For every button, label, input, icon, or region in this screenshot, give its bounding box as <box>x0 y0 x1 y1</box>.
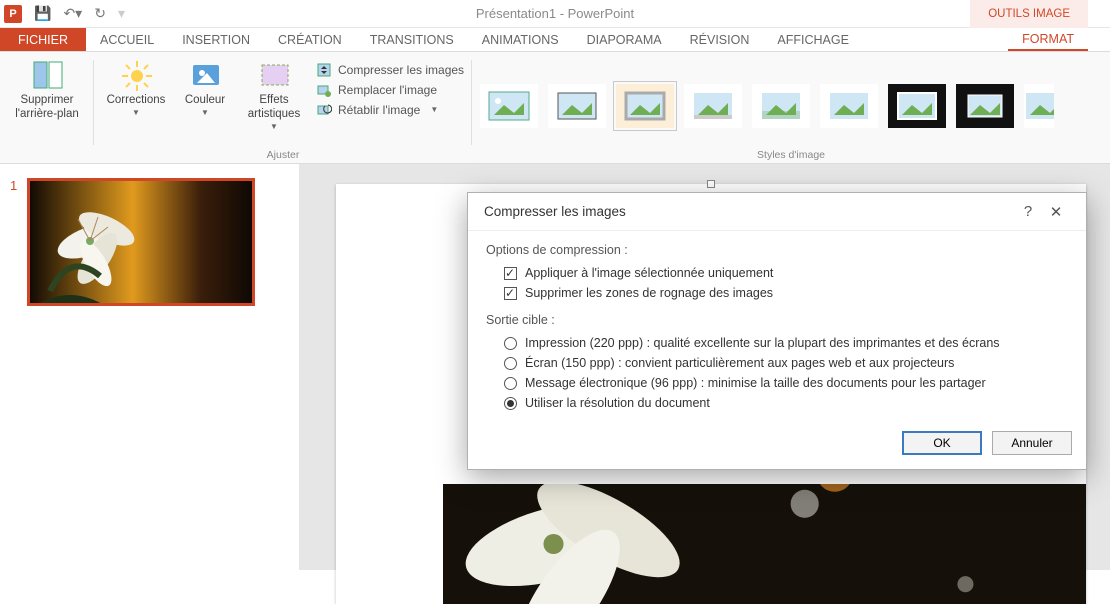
quick-access-toolbar: P 💾 ↶▾ ↻ ▾ <box>0 5 125 23</box>
tab-design[interactable]: CRÉATION <box>264 28 356 51</box>
option-delete-cropped[interactable]: Supprimer les zones de rognage des image… <box>486 283 1068 303</box>
slide-thumbnails-pane: 1 <box>0 164 300 570</box>
title-bar: P 💾 ↶▾ ↻ ▾ Présentation1 - PowerPoint OU… <box>0 0 1110 28</box>
slide-number: 1 <box>10 178 17 306</box>
group-remove-bg: Supprimer l'arrière-plan <box>0 52 94 163</box>
tab-slideshow[interactable]: DIAPORAMA <box>573 28 676 51</box>
ribbon: Supprimer l'arrière-plan Corrections ▼ C… <box>0 52 1110 164</box>
compress-images-dialog: Compresser les images ? ✕ Options de com… <box>467 192 1087 470</box>
radio-icon <box>504 377 517 390</box>
style-item-7[interactable] <box>888 84 946 128</box>
section-compression-options: Options de compression : <box>486 243 1068 257</box>
dropdown-icon: ▼ <box>430 105 438 114</box>
style-item-3[interactable] <box>616 84 674 128</box>
tab-home[interactable]: ACCUEIL <box>86 28 168 51</box>
dropdown-icon: ▼ <box>132 108 140 118</box>
corrections-button[interactable]: Corrections ▼ <box>102 56 170 117</box>
group-label-styles: Styles d'image <box>480 149 1102 161</box>
style-item-5[interactable] <box>752 84 810 128</box>
checkbox-icon <box>504 287 517 300</box>
radio-icon <box>504 357 517 370</box>
redo-icon[interactable]: ↻ <box>94 5 106 22</box>
window-title: Présentation1 - PowerPoint <box>0 6 1110 21</box>
group-label-adjust: Ajuster <box>267 149 300 161</box>
radio-print-label: Impression (220 ppp) : qualité excellent… <box>525 336 1000 350</box>
option-apply-label: Appliquer à l'image sélectionnée uniquem… <box>525 266 773 280</box>
picture-color-icon <box>189 60 221 92</box>
help-button[interactable]: ? <box>1014 203 1042 220</box>
radio-screen[interactable]: Écran (150 ppp) : convient particulièrem… <box>486 353 1068 373</box>
color-label: Couleur <box>185 94 225 108</box>
sun-icon <box>120 60 152 92</box>
artistic-icon <box>258 60 290 92</box>
remove-background-button[interactable]: Supprimer l'arrière-plan <box>8 56 86 122</box>
radio-print[interactable]: Impression (220 ppp) : qualité excellent… <box>486 333 1068 353</box>
dropdown-icon: ▼ <box>270 122 278 132</box>
radio-email[interactable]: Message électronique (96 ppp) : minimise… <box>486 373 1068 393</box>
artistic-effects-button[interactable]: Effets artistiques ▼ <box>240 56 308 131</box>
slide-thumbnail-1[interactable] <box>27 178 255 306</box>
cancel-button[interactable]: Annuler <box>992 431 1072 455</box>
tab-animations[interactable]: ANIMATIONS <box>468 28 573 51</box>
radio-screen-label: Écran (150 ppp) : convient particulièrem… <box>525 356 954 370</box>
style-item-4[interactable] <box>684 84 742 128</box>
section-target-output: Sortie cible : <box>486 313 1068 327</box>
radio-doc-label: Utiliser la résolution du document <box>525 396 710 410</box>
selection-handle-top[interactable] <box>707 180 715 188</box>
style-item-1[interactable] <box>480 84 538 128</box>
style-item-8[interactable] <box>956 84 1014 128</box>
radio-document-resolution[interactable]: Utiliser la résolution du document <box>486 393 1068 413</box>
remove-bg-label: Supprimer l'arrière-plan <box>8 94 86 122</box>
context-tab-image-tools: OUTILS IMAGE <box>970 0 1088 28</box>
group-label-blank <box>46 149 49 161</box>
flower-slide-image <box>443 484 1086 604</box>
artistic-label: Effets artistiques <box>240 94 308 122</box>
style-item-6[interactable] <box>820 84 878 128</box>
change-picture-button[interactable]: Remplacer l'image <box>316 82 464 98</box>
dialog-titlebar: Compresser les images ? ✕ <box>468 193 1086 231</box>
corrections-label: Corrections <box>107 94 166 108</box>
checkbox-icon <box>504 267 517 280</box>
qat-more-icon[interactable]: ▾ <box>118 5 125 22</box>
tab-file[interactable]: FICHIER <box>0 28 86 51</box>
group-adjust: Corrections ▼ Couleur ▼ Effets artistiqu… <box>94 52 472 163</box>
flower-thumbnail-image <box>30 181 255 306</box>
ribbon-tabs: FICHIER ACCUEIL INSERTION CRÉATION TRANS… <box>0 28 1110 52</box>
option-apply-selected[interactable]: Appliquer à l'image sélectionnée uniquem… <box>486 263 1068 283</box>
radio-icon <box>504 337 517 350</box>
change-picture-icon <box>316 82 332 98</box>
change-label: Remplacer l'image <box>338 83 437 97</box>
tab-format[interactable]: FORMAT <box>1008 28 1088 51</box>
tab-transitions[interactable]: TRANSITIONS <box>356 28 468 51</box>
option-crop-label: Supprimer les zones de rognage des image… <box>525 286 773 300</box>
compress-icon <box>316 62 332 78</box>
undo-icon[interactable]: ↶▾ <box>63 5 82 22</box>
style-item-9[interactable] <box>1024 84 1054 128</box>
color-button[interactable]: Couleur ▼ <box>178 56 232 117</box>
tab-view[interactable]: AFFICHAGE <box>763 28 863 51</box>
radio-icon <box>504 397 517 410</box>
reset-picture-button[interactable]: Rétablir l'image ▼ <box>316 102 464 118</box>
close-button[interactable]: ✕ <box>1042 203 1070 221</box>
dropdown-icon: ▼ <box>201 108 209 118</box>
reset-icon <box>316 102 332 118</box>
compress-images-button[interactable]: Compresser les images <box>316 62 464 78</box>
style-item-2[interactable] <box>548 84 606 128</box>
save-icon[interactable]: 💾 <box>34 5 51 22</box>
app-icon: P <box>4 5 22 23</box>
dialog-title: Compresser les images <box>484 204 1014 219</box>
tab-review[interactable]: RÉVISION <box>676 28 764 51</box>
remove-bg-icon <box>31 60 63 92</box>
radio-email-label: Message électronique (96 ppp) : minimise… <box>525 376 986 390</box>
compress-label: Compresser les images <box>338 63 464 77</box>
group-picture-styles: Styles d'image <box>472 52 1110 163</box>
reset-label: Rétablir l'image <box>338 103 420 117</box>
ok-button[interactable]: OK <box>902 431 982 455</box>
selected-picture[interactable] <box>443 484 1086 604</box>
tab-insert[interactable]: INSERTION <box>168 28 264 51</box>
